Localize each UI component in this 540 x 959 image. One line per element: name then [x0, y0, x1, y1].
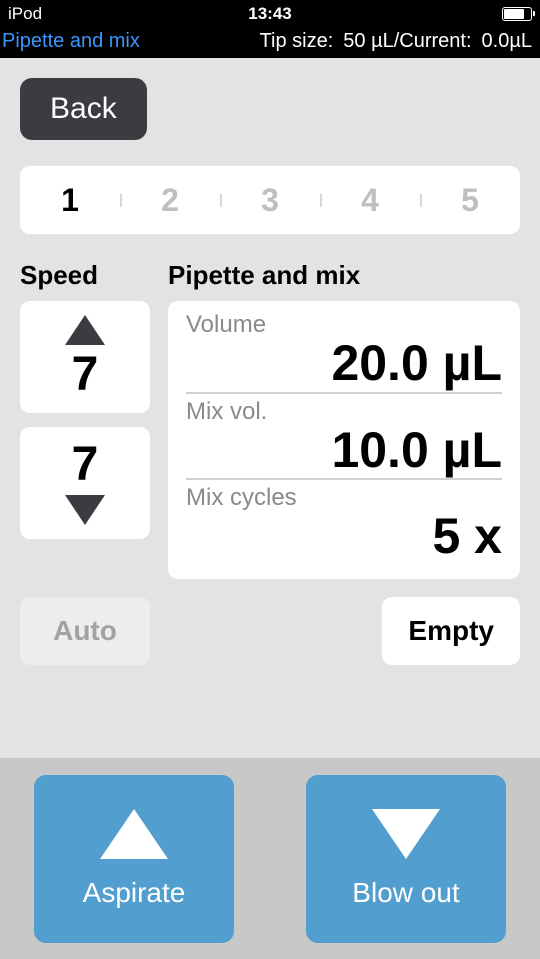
- step-1[interactable]: 1: [20, 182, 120, 219]
- pipette-section-label: Pipette and mix: [168, 260, 520, 291]
- triangle-down-icon: [65, 495, 105, 525]
- aspirate-label: Aspirate: [83, 877, 186, 909]
- speed-down-control[interactable]: 7: [20, 427, 150, 539]
- aspirate-button[interactable]: Aspirate: [34, 775, 234, 943]
- step-5[interactable]: 5: [420, 182, 520, 219]
- mixvol-value[interactable]: 10.0 µL: [186, 424, 502, 481]
- current-value: 0.0µL: [482, 30, 532, 53]
- back-button[interactable]: Back: [20, 78, 147, 140]
- empty-button[interactable]: Empty: [382, 597, 520, 665]
- tip-size-value: 50 µL/Current:: [343, 30, 471, 53]
- time-label: 13:43: [183, 4, 358, 24]
- device-label: iPod: [8, 4, 183, 24]
- battery-icon: [502, 7, 532, 21]
- pipette-parameters: Volume 20.0 µL Mix vol. 10.0 µL Mix cycl…: [168, 301, 520, 579]
- cycles-value[interactable]: 5 x: [186, 510, 502, 565]
- step-4[interactable]: 4: [320, 182, 420, 219]
- main-area: Back 1 2 3 4 5 Speed 7 7 Pipette and mix…: [0, 58, 540, 758]
- auto-button[interactable]: Auto: [20, 597, 150, 665]
- step-2[interactable]: 2: [120, 182, 220, 219]
- speed-down-value: 7: [72, 441, 99, 489]
- battery-indicator: [357, 7, 532, 21]
- speed-label: Speed: [20, 260, 150, 291]
- triangle-down-icon: [372, 809, 440, 859]
- status-bar: iPod 13:43: [0, 0, 540, 28]
- action-bar: Aspirate Blow out: [0, 758, 540, 959]
- mode-title: Pipette and mix: [2, 30, 140, 53]
- volume-value[interactable]: 20.0 µL: [186, 337, 502, 394]
- step-selector: 1 2 3 4 5: [20, 166, 520, 234]
- triangle-up-icon: [100, 809, 168, 859]
- info-bar: Pipette and mix Tip size: 50 µL/Current:…: [0, 28, 540, 58]
- tip-size-label: Tip size:: [260, 30, 334, 53]
- blowout-button[interactable]: Blow out: [306, 775, 506, 943]
- step-3[interactable]: 3: [220, 182, 320, 219]
- blowout-label: Blow out: [352, 877, 459, 909]
- speed-up-value: 7: [72, 351, 99, 399]
- speed-up-control[interactable]: 7: [20, 301, 150, 413]
- triangle-up-icon: [65, 315, 105, 345]
